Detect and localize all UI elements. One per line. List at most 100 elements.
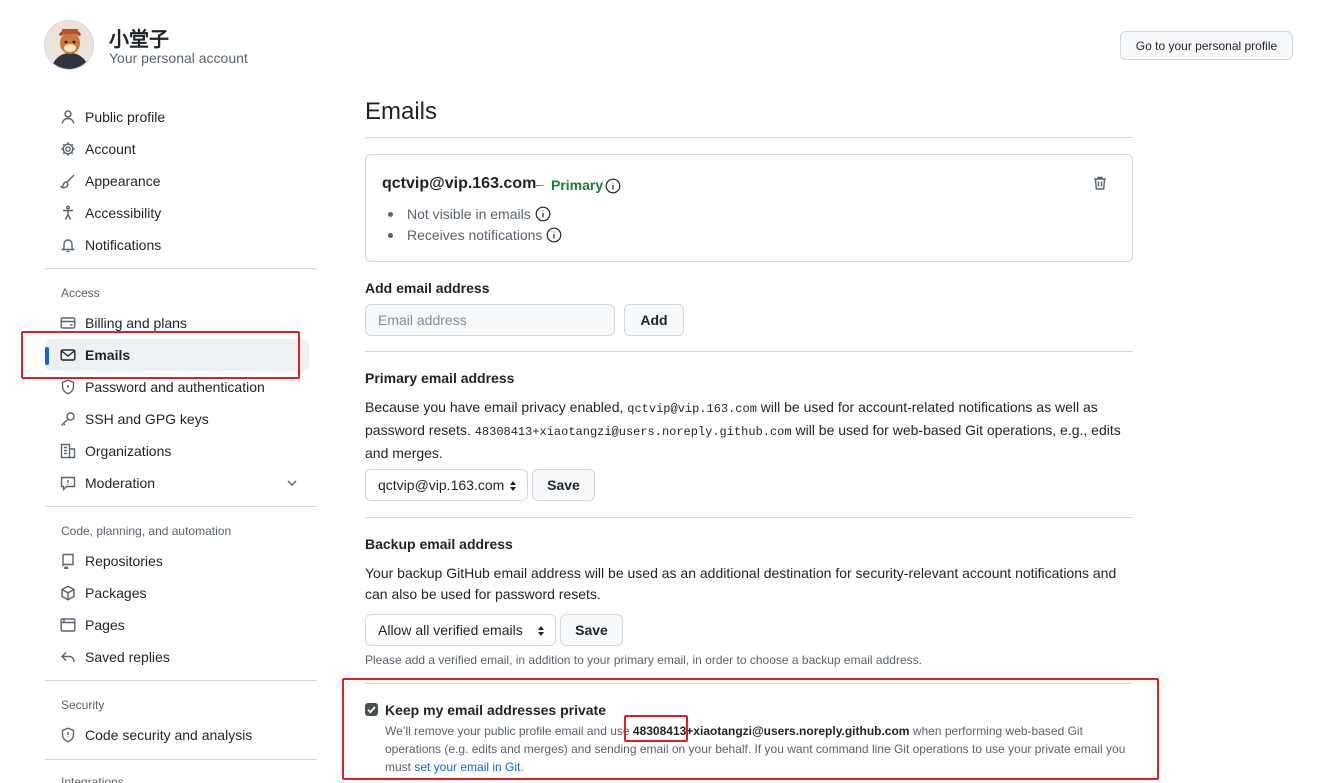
sidebar-item-organizations[interactable]: Organizations bbox=[45, 435, 309, 467]
key-icon bbox=[60, 411, 76, 427]
info-icon[interactable] bbox=[546, 227, 562, 243]
reply-icon bbox=[60, 649, 76, 665]
backup-email-select-value: Allow all verified emails bbox=[378, 622, 523, 638]
sidebar-divider bbox=[45, 506, 317, 507]
noreply-email-code: 48308413+xiaotangzi@users.noreply.github… bbox=[474, 425, 792, 439]
browser-icon bbox=[60, 617, 76, 633]
sidebar-heading-integrations: Integrations bbox=[61, 775, 124, 783]
sidebar-item-label: Accessibility bbox=[85, 205, 162, 221]
sidebar-heading-access: Access bbox=[61, 286, 100, 300]
backup-email-heading: Backup email address bbox=[365, 536, 513, 552]
sidebar-item-label: Saved replies bbox=[85, 649, 170, 665]
keep-private-label[interactable]: Keep my email addresses private bbox=[385, 702, 606, 718]
active-indicator bbox=[45, 347, 49, 365]
sidebar-item-billing[interactable]: Billing and plans bbox=[45, 307, 309, 339]
avatar[interactable] bbox=[44, 20, 94, 70]
primary-email-select-value: qctvip@vip.163.com bbox=[378, 477, 505, 493]
email-address-input[interactable] bbox=[365, 304, 615, 336]
page-title: Emails bbox=[365, 98, 438, 125]
backup-email-select[interactable]: Allow all verified emails bbox=[365, 614, 556, 646]
sidebar-item-label: Notifications bbox=[85, 237, 162, 253]
email-address: qctvip@vip.163.com bbox=[382, 175, 537, 192]
paintbrush-icon bbox=[60, 173, 76, 189]
sidebar-item-label: Appearance bbox=[85, 173, 161, 189]
sidebar-item-code-security[interactable]: Code security and analysis bbox=[45, 719, 309, 751]
mail-icon bbox=[60, 347, 76, 363]
sidebar-item-label: Code security and analysis bbox=[85, 727, 253, 743]
trash-icon[interactable] bbox=[1092, 175, 1108, 191]
noreply-id: 48308413 bbox=[632, 724, 687, 738]
sidebar-item-accessibility[interactable]: Accessibility bbox=[45, 197, 309, 229]
email-card: qctvip@vip.163.com – Primary Not visible… bbox=[365, 154, 1133, 262]
sidebar-divider bbox=[45, 268, 317, 269]
sidebar-divider bbox=[45, 680, 317, 681]
person-icon bbox=[60, 109, 76, 125]
gear-icon bbox=[60, 141, 76, 157]
go-to-profile-button[interactable]: Go to your personal profile bbox=[1120, 31, 1293, 60]
set-email-in-git-link[interactable]: set your email in Git bbox=[414, 760, 520, 774]
sidebar-item-label: Organizations bbox=[85, 443, 172, 459]
sidebar-divider bbox=[45, 759, 317, 760]
keep-private-description: We’ll remove your public profile email a… bbox=[385, 724, 1126, 774]
section-divider bbox=[365, 517, 1133, 518]
bell-icon bbox=[60, 237, 76, 253]
backup-email-description: Your backup GitHub email address will be… bbox=[365, 565, 1117, 602]
email-property-row: Not visible in emails bbox=[388, 206, 551, 222]
title-divider bbox=[365, 137, 1133, 138]
shield-icon bbox=[60, 727, 76, 743]
backup-email-note: Please add a verified email, in addition… bbox=[365, 653, 922, 667]
primary-email-select[interactable]: qctvip@vip.163.com bbox=[365, 469, 528, 501]
add-email-button[interactable]: Add bbox=[624, 304, 684, 336]
shield-lock-icon bbox=[60, 379, 76, 395]
email-property-label: Not visible in emails bbox=[407, 206, 531, 222]
sidebar-item-label: Pages bbox=[85, 617, 125, 633]
user-header: 小堂子 Your personal account bbox=[44, 20, 344, 72]
select-arrows-icon bbox=[535, 623, 547, 639]
section-divider bbox=[365, 351, 1133, 352]
primary-email-description: Because you have email privacy enabled, … bbox=[365, 399, 1121, 461]
sidebar-item-public-profile[interactable]: Public profile bbox=[45, 101, 309, 133]
sidebar-item-appearance[interactable]: Appearance bbox=[45, 165, 309, 197]
info-icon[interactable] bbox=[535, 206, 551, 222]
keep-private-checkbox[interactable] bbox=[365, 703, 378, 716]
sidebar-item-account[interactable]: Account bbox=[45, 133, 309, 165]
sidebar-item-label: Public profile bbox=[85, 109, 166, 125]
sidebar-item-password[interactable]: Password and authentication bbox=[45, 371, 309, 403]
sidebar-heading-code: Code, planning, and automation bbox=[61, 524, 232, 538]
user-name: 小堂子 bbox=[109, 29, 169, 51]
repo-icon bbox=[60, 553, 76, 569]
sidebar-item-notifications[interactable]: Notifications bbox=[45, 229, 309, 261]
sidebar-item-ssh-gpg[interactable]: SSH and GPG keys bbox=[45, 403, 309, 435]
add-email-heading: Add email address bbox=[365, 280, 490, 296]
sidebar-item-saved-replies[interactable]: Saved replies bbox=[45, 641, 309, 673]
section-divider bbox=[365, 683, 1133, 684]
credit-card-icon bbox=[60, 315, 76, 331]
sidebar-item-label: Repositories bbox=[85, 553, 163, 569]
sidebar-heading-security: Security bbox=[61, 698, 105, 712]
sidebar-item-packages[interactable]: Packages bbox=[45, 577, 309, 609]
email-property-row: Receives notifications bbox=[388, 227, 562, 243]
email-separator: – bbox=[536, 177, 544, 192]
select-arrows-icon bbox=[507, 478, 519, 494]
save-primary-button[interactable]: Save bbox=[532, 469, 595, 501]
chevron-down-icon[interactable] bbox=[285, 476, 299, 490]
noreply-address: +xiaotangzi@users.noreply.github.com bbox=[686, 724, 910, 738]
sidebar-item-label: Packages bbox=[85, 585, 147, 601]
save-backup-button[interactable]: Save bbox=[560, 614, 623, 646]
info-icon[interactable] bbox=[605, 178, 621, 194]
sidebar-item-moderation[interactable]: Moderation bbox=[45, 467, 309, 499]
sidebar-item-emails[interactable]: Emails bbox=[45, 339, 309, 371]
sidebar-item-label: SSH and GPG keys bbox=[85, 411, 209, 427]
sidebar-item-label: Account bbox=[85, 141, 136, 157]
account-type-label: Your personal account bbox=[109, 50, 248, 66]
organization-icon bbox=[60, 443, 76, 459]
sidebar-item-label: Emails bbox=[85, 347, 131, 363]
sidebar-item-repositories[interactable]: Repositories bbox=[45, 545, 309, 577]
sidebar-item-label: Moderation bbox=[85, 475, 156, 491]
report-icon bbox=[60, 475, 76, 491]
sidebar-item-pages[interactable]: Pages bbox=[45, 609, 309, 641]
sidebar-item-label: Password and authentication bbox=[85, 379, 265, 395]
package-icon bbox=[60, 585, 76, 601]
primary-badge: Primary bbox=[551, 177, 604, 193]
primary-email-code: qctvip@vip.163.com bbox=[627, 402, 757, 416]
